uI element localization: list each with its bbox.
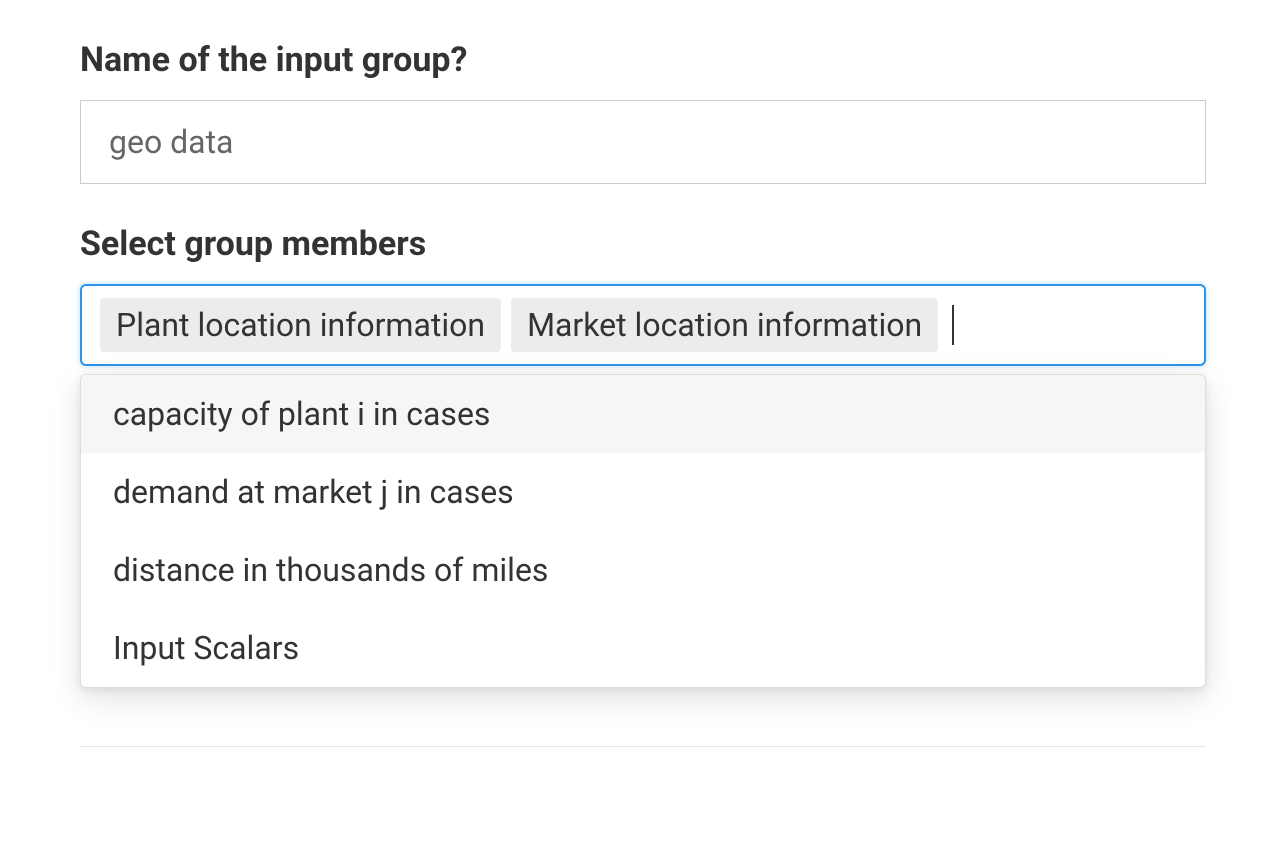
group-members-label: Select group members [80,224,1206,264]
group-members-multiselect: Plant location information Market locati… [80,284,1206,366]
text-cursor [952,305,954,345]
group-members-input[interactable]: Plant location information Market locati… [80,284,1206,366]
input-group-name-section: Name of the input group? [80,40,1206,184]
selected-tag[interactable]: Market location information [511,298,938,352]
group-members-dropdown: capacity of plant i in cases demand at m… [80,374,1206,688]
dropdown-option[interactable]: demand at market j in cases [81,453,1205,531]
input-group-name-field[interactable] [80,100,1206,184]
dropdown-option[interactable]: Input Scalars [81,609,1205,687]
dropdown-option[interactable]: distance in thousands of miles [81,531,1205,609]
selected-tag[interactable]: Plant location information [100,298,501,352]
group-members-section: Select group members Plant location info… [80,224,1206,366]
section-divider [80,746,1206,747]
input-group-name-label: Name of the input group? [80,40,1206,80]
dropdown-option[interactable]: capacity of plant i in cases [81,375,1205,453]
